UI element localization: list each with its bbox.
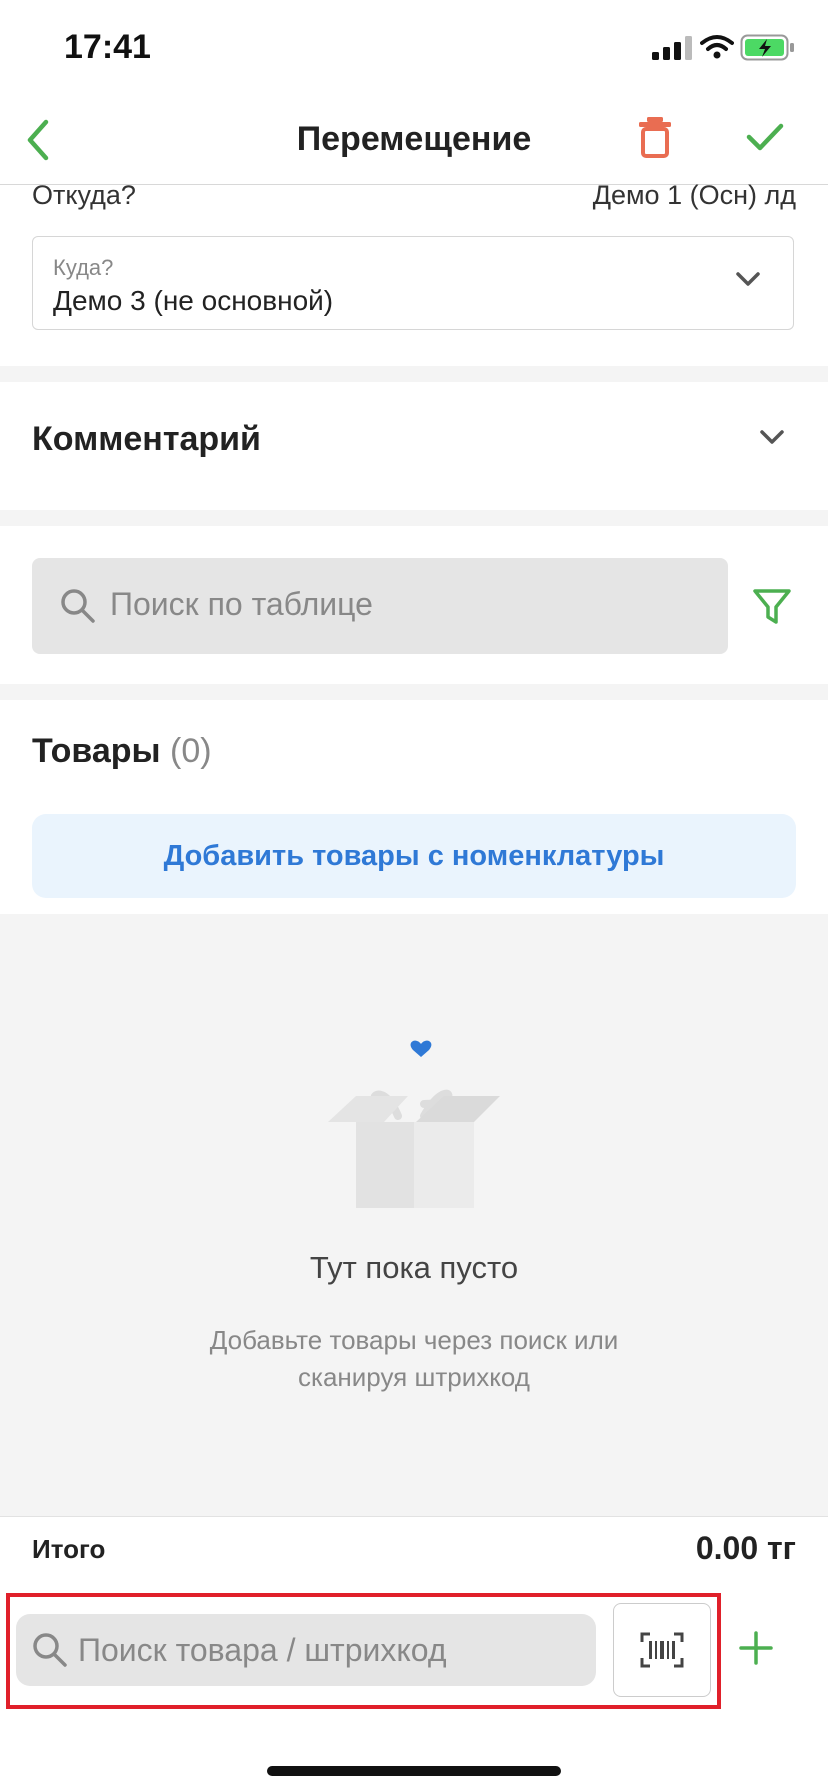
from-value[interactable]: Демо 1 (Осн) лд <box>593 180 796 211</box>
table-search-placeholder: Поиск по таблице <box>110 586 373 622</box>
empty-state-title: Тут пока пусто <box>309 1250 519 1285</box>
search-icon <box>61 589 95 623</box>
comment-chevron-down-icon[interactable] <box>758 428 786 446</box>
page-title: Перемещение <box>296 120 532 158</box>
section-divider <box>0 510 828 526</box>
goods-count: (0) <box>170 732 212 770</box>
battery-icon <box>740 34 794 61</box>
delete-icon[interactable] <box>638 116 672 158</box>
wifi-icon <box>700 35 734 59</box>
comment-title[interactable]: Комментарий <box>32 420 261 459</box>
add-from-catalog-button[interactable]: Добавить товары с номенклатуры <box>32 814 796 898</box>
signal-icon <box>652 36 692 60</box>
destination-select[interactable]: Куда? Демо 3 (не основной) <box>32 236 794 330</box>
destination-value: Демо 3 (не основной) <box>53 285 334 316</box>
filter-icon[interactable] <box>752 588 792 626</box>
total-label: Итого <box>32 1534 106 1564</box>
empty-box-icon <box>328 1040 500 1208</box>
from-label: Откуда? <box>32 180 136 210</box>
status-time: 17:41 <box>64 28 151 66</box>
section-divider <box>0 366 828 382</box>
destination-label: Куда? <box>53 255 114 280</box>
empty-state-subtitle: Добавьте товары через поиск или сканируя… <box>209 1325 619 1392</box>
add-icon[interactable] <box>738 1630 774 1666</box>
barcode-scan-button[interactable] <box>613 1603 711 1697</box>
goods-title-text: Товары <box>32 732 161 770</box>
search-icon <box>33 1633 67 1667</box>
barcode-icon <box>640 1632 684 1668</box>
section-divider <box>0 684 828 700</box>
confirm-check-icon[interactable] <box>746 122 784 152</box>
chevron-down-icon <box>736 272 760 286</box>
goods-title: Товары (0) <box>32 732 212 771</box>
total-value: 0.00 тг <box>695 1530 796 1566</box>
product-search-input[interactable]: Поиск товара / штрихкод <box>16 1614 596 1686</box>
add-from-catalog-label: Добавить товары с номенклатуры <box>163 840 665 872</box>
product-search-placeholder: Поиск товара / штрихкод <box>78 1632 447 1668</box>
table-search-input[interactable]: Поиск по таблице <box>32 558 728 654</box>
home-indicator <box>267 1766 561 1776</box>
empty-state <box>0 914 828 1516</box>
